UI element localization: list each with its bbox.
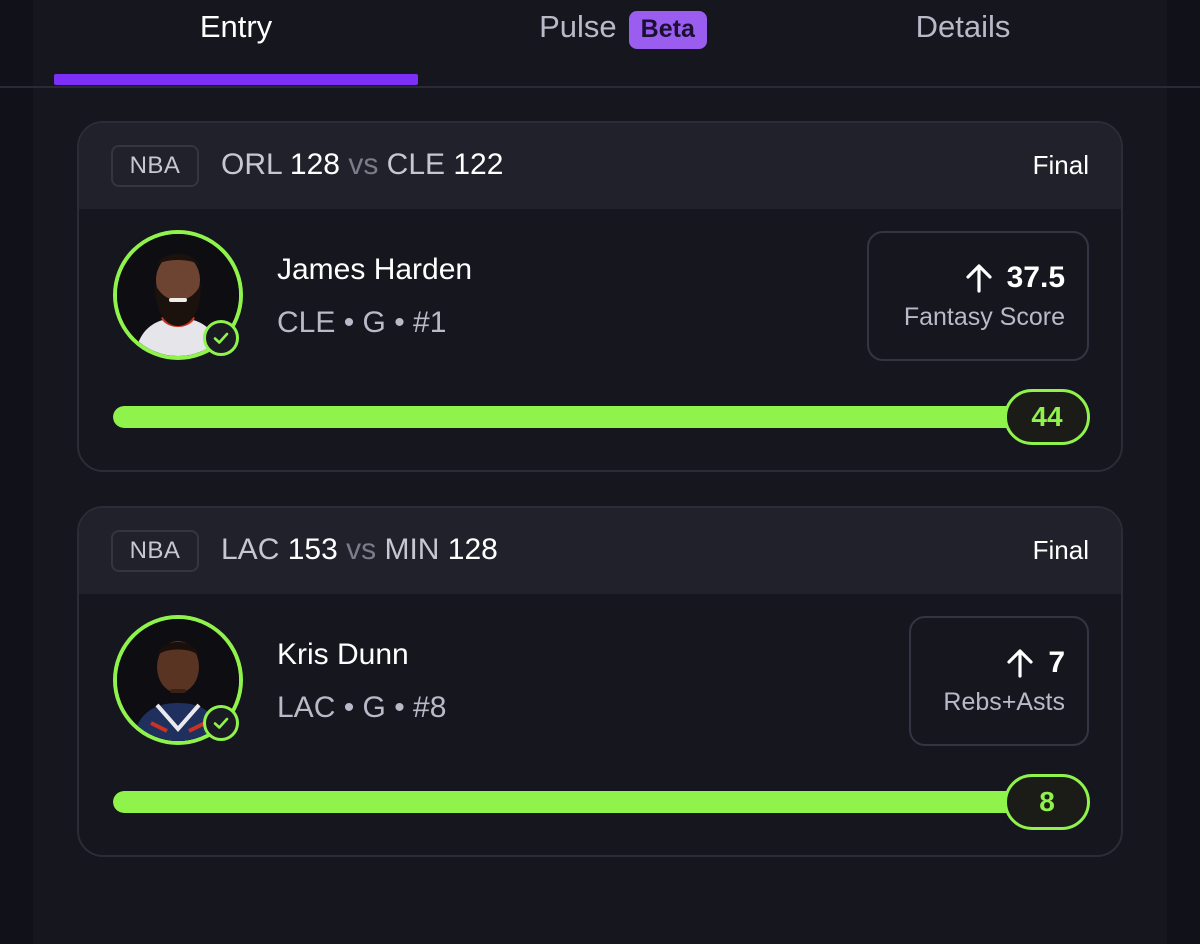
progress-bar [113,791,1049,813]
progress-fill [113,406,1049,428]
team-home: MIN [384,533,440,566]
pick-card[interactable]: NBA ORL 128 vs CLE 122 Final James Harde… [77,121,1123,472]
player-name: Kris Dunn [277,638,409,671]
tab-entry-label: Entry [199,9,273,44]
stat-line-value: 37.5 [1006,260,1065,294]
arrow-up-icon [966,263,992,293]
entry-panel: Entry Pulse Beta Details NBA ORL 128 vs … [33,0,1167,944]
result-value-badge: 44 [1004,389,1090,445]
pick-card[interactable]: NBA LAC 153 vs MIN 128 Final Kris Dunn L… [77,506,1123,857]
beta-badge: Beta [628,11,707,49]
score-away: 153 [287,533,338,566]
versus-label: vs [348,148,379,181]
progress-bar [113,406,1049,428]
arrow-up-icon [1007,648,1033,678]
versus-label: vs [346,533,377,566]
game-status: Final [1032,535,1089,565]
progress-fill [113,791,1049,813]
stat-projection-box: 7 Rebs+Asts [909,616,1089,746]
game-status: Final [1032,150,1089,180]
team-away: ORL [221,148,282,181]
stat-line-value: 7 [1048,645,1065,679]
game-matchup: LAC 153 vs MIN 128 [221,533,498,567]
team-away: LAC [221,533,280,566]
active-tab-indicator [54,74,418,85]
stat-type-label: Rebs+Asts [943,687,1065,716]
score-home: 128 [447,533,498,566]
tab-pulse-label: Pulse [539,9,617,44]
game-header: NBA LAC 153 vs MIN 128 Final [79,508,1121,594]
team-home: CLE [386,148,446,181]
player-meta: CLE • G • #1 [277,306,447,339]
game-header: NBA ORL 128 vs CLE 122 Final [79,123,1121,209]
score-home: 122 [453,148,504,181]
league-badge: NBA [111,145,199,187]
game-matchup: ORL 128 vs CLE 122 [221,148,503,182]
check-icon [203,320,239,356]
tab-details-label: Details [915,9,1011,44]
player-meta: LAC • G • #8 [277,691,447,724]
tab-pulse[interactable]: Pulse Beta [453,0,793,86]
stat-projection-box: 37.5 Fantasy Score [867,231,1089,361]
stat-type-label: Fantasy Score [903,302,1065,331]
tab-bar: Entry Pulse Beta Details [33,0,1167,88]
outer-divider-right [1167,86,1200,88]
check-icon [203,705,239,741]
score-away: 128 [289,148,340,181]
outer-divider-left [0,86,33,88]
tab-details[interactable]: Details [833,0,1093,86]
league-badge: NBA [111,530,199,572]
result-value-badge: 8 [1004,774,1090,830]
player-name: James Harden [277,253,473,286]
